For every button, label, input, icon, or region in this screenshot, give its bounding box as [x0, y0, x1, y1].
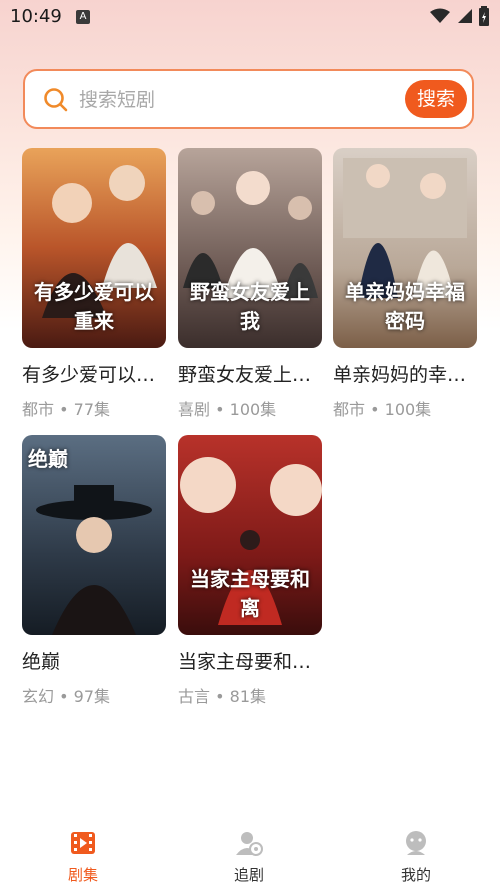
wifi-icon	[430, 8, 450, 23]
notification-icon: A	[76, 10, 90, 24]
drama-genre: 古言	[178, 687, 211, 706]
drama-card[interactable]: 当家主母要和离 当家主母要和… 古言 • 81集	[178, 435, 322, 707]
drama-episodes: 77集	[73, 400, 111, 419]
search-bar[interactable]: 搜索	[23, 69, 474, 129]
tab-label: 剧集	[67, 866, 98, 884]
tab-mine[interactable]: 我的	[356, 828, 476, 885]
drama-title: 单亲妈妈的幸…	[333, 364, 467, 386]
tab-label: 追剧	[233, 866, 264, 884]
drama-card[interactable]: 野蛮女友爱上我 野蛮女友爱上… 喜剧 • 100集	[178, 148, 322, 420]
search-button[interactable]: 搜索	[405, 80, 467, 118]
drama-title: 绝巅	[22, 651, 61, 673]
drama-title: 有多少爱可以…	[22, 364, 156, 386]
drama-poster[interactable]: 绝巅	[22, 435, 166, 635]
drama-poster[interactable]: 野蛮女友爱上我	[178, 148, 322, 348]
drama-genre: 都市	[22, 400, 55, 419]
poster-title-text: 单亲妈妈幸福密码	[345, 280, 465, 333]
drama-genre: 喜剧	[178, 400, 211, 419]
poster-title-text: 有多少爱可以重来	[34, 280, 154, 333]
drama-title: 野蛮女友爱上…	[178, 364, 312, 386]
drama-card[interactable]: 绝巅 绝巅 玄幻 • 97集	[22, 435, 166, 707]
tab-following[interactable]: 追剧	[189, 828, 309, 885]
status-time: 10:49	[10, 6, 62, 27]
meta-separator: •	[59, 687, 69, 706]
drama-poster[interactable]: 单亲妈妈幸福密码	[333, 148, 477, 348]
drama-genre: 玄幻	[22, 687, 55, 706]
drama-episodes: 100集	[229, 400, 277, 419]
drama-title: 当家主母要和…	[178, 651, 312, 673]
tab-label: 我的	[400, 866, 431, 884]
meta-separator: •	[370, 400, 380, 419]
poster-title-text: 当家主母要和离	[190, 567, 310, 620]
meta-separator: •	[215, 687, 225, 706]
meta-separator: •	[59, 400, 69, 419]
meta-separator: •	[215, 400, 225, 419]
drama-episodes: 97集	[73, 687, 111, 706]
drama-card[interactable]: 有多少爱可以重来 有多少爱可以… 都市 • 77集	[22, 148, 166, 420]
drama-meta: 玄幻 • 97集	[22, 683, 166, 707]
battery-icon	[479, 6, 489, 26]
drama-poster[interactable]: 有多少爱可以重来	[22, 148, 166, 348]
drama-card[interactable]: 单亲妈妈幸福密码 单亲妈妈的幸… 都市 • 100集	[333, 148, 477, 420]
signal-icon	[458, 9, 472, 23]
drama-meta: 古言 • 81集	[178, 683, 322, 707]
follow-user-icon	[236, 832, 263, 856]
film-icon	[71, 832, 95, 854]
tab-dramas[interactable]: 剧集	[23, 828, 143, 885]
search-input[interactable]	[77, 83, 381, 117]
drama-meta: 喜剧 • 100集	[178, 396, 322, 420]
poster-title-text: 绝巅	[28, 447, 68, 471]
drama-meta: 都市 • 100集	[333, 396, 477, 420]
drama-poster[interactable]: 当家主母要和离	[178, 435, 322, 635]
poster-title-text: 野蛮女友爱上我	[190, 280, 310, 333]
status-bar: 10:49 A	[0, 0, 500, 34]
bottom-tab-bar: 剧集 追剧 我的	[0, 822, 500, 888]
drama-genre: 都市	[333, 400, 366, 419]
search-icon	[44, 88, 68, 112]
status-icons	[430, 6, 490, 26]
drama-episodes: 100集	[384, 400, 432, 419]
profile-icon	[406, 831, 426, 855]
drama-meta: 都市 • 77集	[22, 396, 166, 420]
drama-episodes: 81集	[229, 687, 267, 706]
